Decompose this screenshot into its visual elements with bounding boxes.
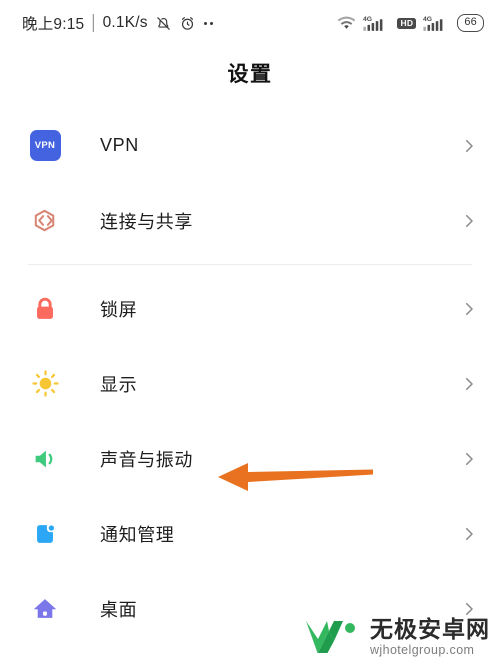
settings-row-label: 锁屏 (100, 299, 138, 320)
chevron-right-icon (465, 527, 473, 540)
watermark-site-name: 无极安卓网 (370, 615, 490, 642)
svg-text:4G: 4G (423, 16, 432, 23)
status-separator: | (91, 11, 96, 33)
lock-icon (28, 292, 62, 326)
settings-row-notification-management[interactable]: 通知管理 (0, 496, 500, 571)
speaker-volume-icon (28, 442, 62, 476)
bell-slash-icon (155, 15, 172, 32)
status-time: 晚上9:15 (22, 16, 85, 33)
w-logo-icon (306, 621, 355, 653)
vpn-icon: VPN (28, 129, 62, 163)
watermark: 无极安卓网 wjhotelgroup.com (303, 615, 490, 659)
alarm-clock-icon (179, 15, 196, 32)
battery-icon: 66 (457, 14, 484, 32)
settings-row-lock-screen[interactable]: 锁屏 (0, 271, 500, 346)
settings-group-device: 锁屏 显示 声音与振动 通知管理 桌面 (0, 271, 500, 646)
notification-badge-icon (28, 517, 62, 551)
settings-group-network: VPN VPN 连接与共享 (0, 108, 500, 258)
chevron-right-icon (465, 452, 473, 465)
settings-row-label: 通知管理 (100, 524, 175, 545)
sim2-signal: 4G (423, 14, 450, 32)
section-divider (28, 264, 472, 265)
settings-row-label: 连接与共享 (100, 211, 193, 232)
chevron-right-icon (465, 214, 473, 227)
more-dots-icon (203, 21, 213, 25)
settings-row-label: 声音与振动 (100, 449, 193, 470)
hd-voice-badge: HD (397, 17, 417, 29)
network-speed: 0.1K/s (102, 14, 148, 31)
settings-row-vpn[interactable]: VPN VPN (0, 108, 500, 183)
page-title: 设置 (227, 63, 273, 86)
sim1-signal: 4G (363, 14, 390, 32)
status-bar: 晚上9:15 | 0.1K/s 4G HD 4G 66 (0, 0, 500, 46)
status-bar-right: 4G HD 4G 66 (337, 14, 484, 32)
home-house-icon (28, 592, 62, 626)
settings-row-sound-vibration[interactable]: 声音与振动 (0, 421, 500, 496)
settings-row-connection-sharing[interactable]: 连接与共享 (0, 183, 500, 258)
settings-row-display[interactable]: 显示 (0, 346, 500, 421)
settings-row-label: VPN (100, 135, 139, 155)
settings-row-label: 显示 (100, 374, 138, 395)
connection-share-icon (28, 204, 62, 238)
svg-text:4G: 4G (363, 16, 372, 23)
watermark-text: 无极安卓网 wjhotelgroup.com (370, 615, 490, 657)
chevron-right-icon (465, 377, 473, 390)
sun-brightness-icon (28, 367, 62, 401)
chevron-right-icon (465, 139, 473, 152)
wifi-icon (337, 15, 356, 31)
chevron-right-icon (465, 302, 473, 315)
status-bar-left: 晚上9:15 | 0.1K/s (22, 12, 213, 34)
watermark-site-url: wjhotelgroup.com (370, 642, 475, 657)
